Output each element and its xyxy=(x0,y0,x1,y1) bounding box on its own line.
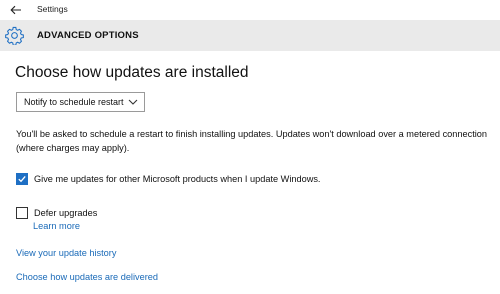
defer-upgrades-checkbox[interactable] xyxy=(16,207,28,219)
section-heading: Choose how updates are installed xyxy=(15,64,249,81)
restart-info-text: You'll be asked to schedule a restart to… xyxy=(16,129,488,153)
page-header: ADVANCED OPTIONS xyxy=(0,20,500,51)
learn-more-link[interactable]: Learn more xyxy=(33,221,80,231)
microsoft-updates-label: Give me updates for other Microsoft prod… xyxy=(34,174,321,184)
view-update-history-link[interactable]: View your update history xyxy=(16,248,116,258)
defer-upgrades-option: Defer upgrades xyxy=(16,207,97,219)
title-bar: Settings xyxy=(0,0,500,20)
defer-upgrades-label: Defer upgrades xyxy=(34,208,98,218)
microsoft-updates-checkbox[interactable] xyxy=(16,173,28,185)
window-title: Settings xyxy=(37,4,68,14)
checkmark-icon xyxy=(18,175,26,183)
back-button[interactable] xyxy=(6,1,26,19)
back-arrow-icon xyxy=(10,5,21,15)
update-delivery-link[interactable]: Choose how updates are delivered xyxy=(16,272,158,282)
install-mode-dropdown[interactable]: Notify to schedule restart xyxy=(16,92,145,112)
chevron-down-icon xyxy=(128,99,138,105)
page-title: ADVANCED OPTIONS xyxy=(37,30,139,41)
settings-window: Settings ADVANCED OPTIONS Choose how upd… xyxy=(0,0,500,294)
dropdown-selected-value: Notify to schedule restart xyxy=(24,97,124,107)
gear-icon xyxy=(5,26,24,45)
microsoft-updates-option: Give me updates for other Microsoft prod… xyxy=(16,173,320,185)
